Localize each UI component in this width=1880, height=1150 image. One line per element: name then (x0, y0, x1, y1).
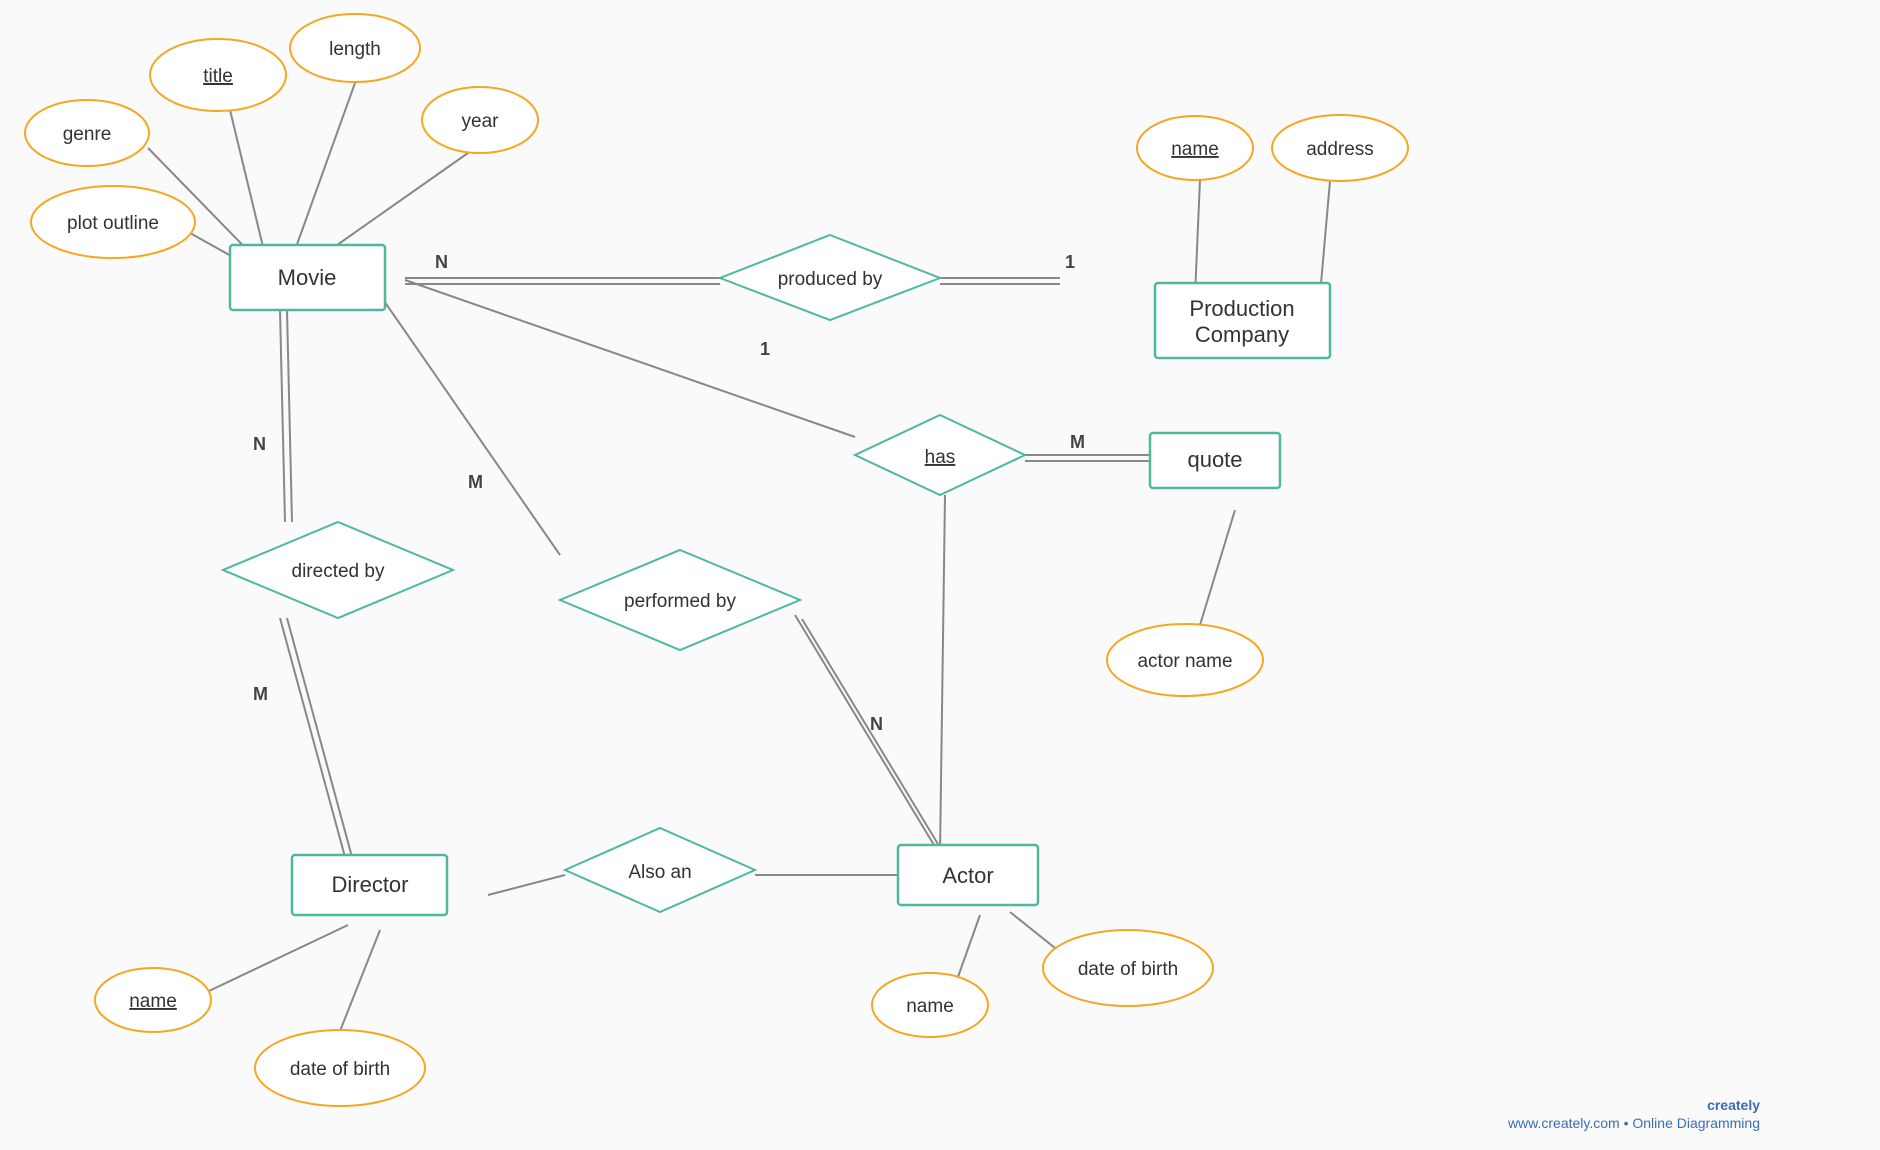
footer-url: www.creately.com • Online Diagramming (1507, 1115, 1760, 1131)
attr-year-label: year (462, 111, 500, 132)
card-movie-produced: N (435, 252, 448, 272)
attr-title-label: title (203, 66, 233, 87)
rel-performed-by-label: performed by (624, 591, 736, 612)
card-movie-has-1: 1 (760, 339, 770, 359)
entity-director-label: Director (331, 872, 408, 897)
card-movie-directed-n: N (253, 434, 266, 454)
footer-brand: creately (1707, 1097, 1760, 1113)
attr-length-label: length (329, 39, 381, 60)
card-movie-performed-m: M (468, 472, 483, 492)
attr-actor-dob-label: date of birth (1078, 959, 1178, 980)
entity-quote-label: quote (1187, 447, 1242, 472)
attr-plot-outline-label: plot outline (67, 213, 159, 234)
rel-produced-by-label: produced by (778, 269, 883, 290)
card-pc-produced: 1 (1065, 252, 1075, 272)
entity-movie-label: Movie (278, 265, 337, 290)
rel-has-label: has (925, 447, 956, 468)
entity-pc-label2: Company (1195, 322, 1289, 347)
attr-director-name-label: name (129, 991, 177, 1012)
entity-pc-label1: Production (1189, 296, 1294, 321)
attr-genre-label: genre (63, 124, 112, 145)
attr-pc-name-label: name (1171, 139, 1219, 160)
rel-directed-by-label: directed by (292, 561, 385, 582)
attr-director-dob-label: date of birth (290, 1059, 390, 1080)
rel-also-an-label: Also an (628, 862, 691, 883)
card-actor-performed-n: N (870, 714, 883, 734)
card-has-quote-m: M (1070, 432, 1085, 452)
card-director-directed-m: M (253, 684, 268, 704)
entity-actor-label: Actor (942, 863, 993, 888)
attr-actor-name-label: actor name (1137, 651, 1232, 672)
attr-actor-name2-label: name (906, 996, 954, 1017)
attr-pc-address-label: address (1306, 139, 1374, 160)
